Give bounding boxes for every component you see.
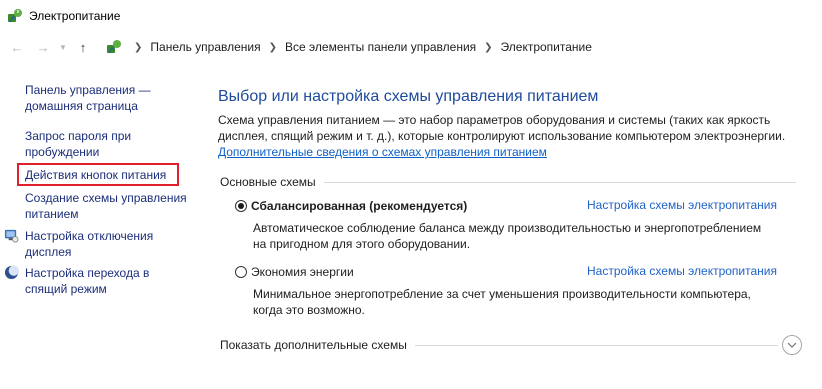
sidebar-item-display-off[interactable]: Настройка отключения дисплея	[25, 228, 195, 260]
main-content: Выбор или настройка схемы управления пит…	[218, 64, 818, 389]
power-options-icon	[8, 9, 22, 23]
plan-power-saver-description: Минимальное энергопотребление за счет ум…	[253, 287, 751, 317]
breadcrumb-all-items[interactable]: Все элементы панели управления	[285, 40, 476, 54]
sidebar: Панель управления — домашняя страница За…	[0, 64, 200, 389]
forward-arrow-icon[interactable]: →	[34, 38, 52, 56]
sleep-moon-icon	[4, 265, 19, 280]
page-description: Схема управления питанием — это набор па…	[218, 113, 786, 143]
control-panel-icon	[107, 40, 121, 54]
plan-balanced-settings-link[interactable]: Настройка схемы электропитания	[587, 198, 777, 212]
section-label: Основные схемы	[220, 175, 316, 189]
window-title: Электропитание	[29, 9, 121, 23]
up-arrow-icon[interactable]: ↑	[74, 38, 92, 56]
display-off-icon	[4, 229, 19, 243]
more-info-link[interactable]: Дополнительные сведения о схемах управле…	[218, 144, 547, 160]
section-divider	[323, 181, 796, 183]
show-more-plans[interactable]: Показать дополнительные схемы	[220, 334, 802, 356]
plan-balanced-name[interactable]: Сбалансированная (рекомендуется)	[251, 199, 467, 213]
main-plans-section-header: Основные схемы	[220, 174, 796, 190]
sidebar-item-power-buttons[interactable]: Действия кнопок питания	[25, 167, 195, 183]
plan-power-saver: Экономия энергии Настройка схемы электро…	[235, 264, 795, 318]
show-more-label[interactable]: Показать дополнительные схемы	[220, 338, 415, 352]
back-arrow-icon[interactable]: ←	[8, 38, 26, 56]
breadcrumb-separator-icon: ❯	[268, 41, 278, 53]
show-more-divider	[414, 344, 778, 346]
address-bar: ← → ▼ ↑ ❯ Панель управления ❯ Все элемен…	[0, 34, 822, 60]
plan-balanced-description: Автоматическое соблюдение баланса между …	[253, 221, 762, 251]
sidebar-item-sleep[interactable]: Настройка перехода в спящий режим	[25, 265, 195, 297]
plan-balanced-radio[interactable]	[235, 200, 247, 212]
page-title: Выбор или настройка схемы управления пит…	[218, 88, 599, 105]
sidebar-item-wake-password[interactable]: Запрос пароля при пробуждении	[25, 128, 195, 160]
recent-locations-chevron-icon[interactable]: ▼	[58, 38, 68, 56]
breadcrumb-control-panel[interactable]: Панель управления	[150, 40, 260, 54]
title-bar: Электропитание	[0, 0, 822, 32]
plan-power-saver-settings-link[interactable]: Настройка схемы электропитания	[587, 264, 777, 278]
plan-power-saver-radio[interactable]	[235, 266, 247, 278]
breadcrumb-separator-icon: ❯	[134, 41, 143, 53]
breadcrumb-separator-icon: ❯	[484, 41, 493, 53]
sidebar-item-control-panel-home[interactable]: Панель управления — домашняя страница	[25, 82, 195, 114]
plan-power-saver-name[interactable]: Экономия энергии	[251, 265, 354, 279]
breadcrumb-power-options[interactable]: Электропитание	[501, 40, 592, 54]
breadcrumb[interactable]: ❯ Панель управления ❯ Все элементы панел…	[106, 34, 822, 60]
sidebar-item-create-plan[interactable]: Создание схемы управления питанием	[25, 190, 195, 222]
expand-chevron-icon[interactable]	[782, 335, 802, 355]
plan-balanced: Сбалансированная (рекомендуется) Настрой…	[235, 198, 795, 252]
